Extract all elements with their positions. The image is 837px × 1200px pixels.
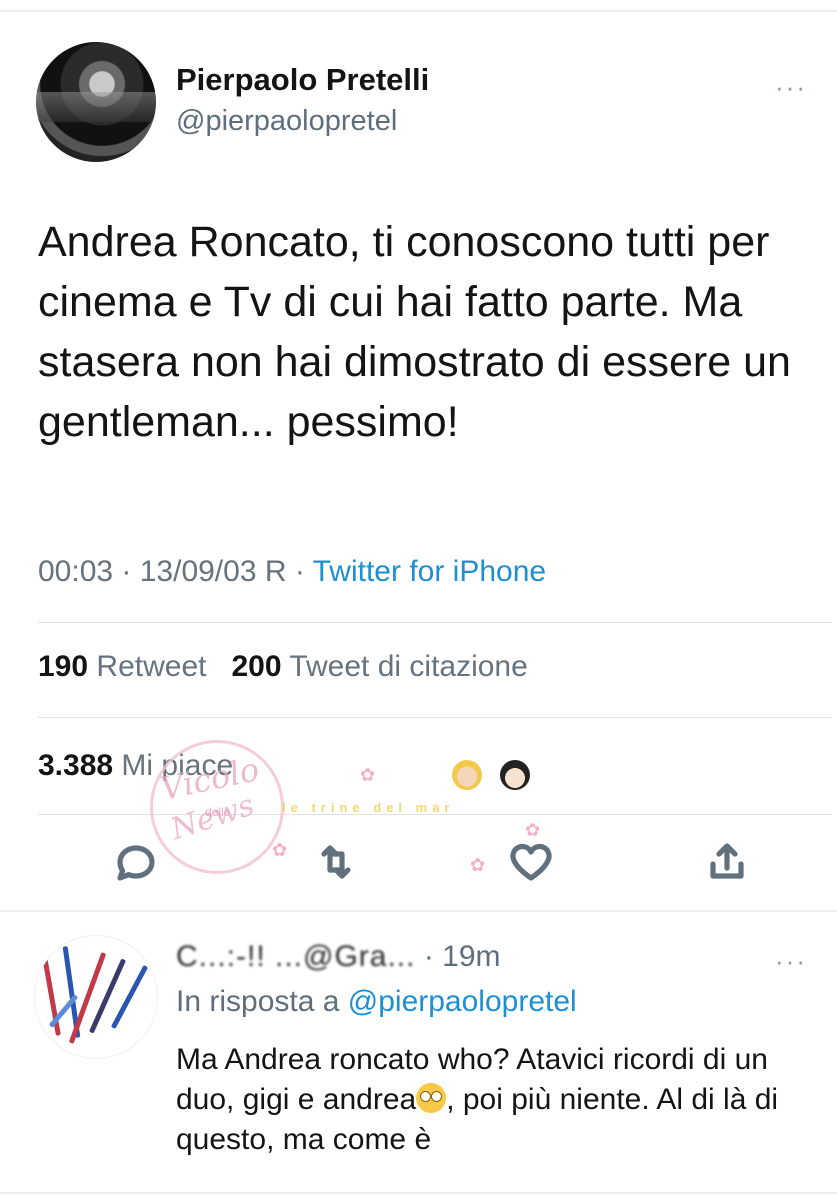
author-handle[interactable]: @pierpaolopretel bbox=[176, 105, 397, 138]
author-name[interactable]: Pierpaolo Pretelli bbox=[176, 62, 429, 98]
retweet-label[interactable]: Retweet bbox=[96, 650, 206, 683]
reply-more-options-icon[interactable]: ··· bbox=[775, 946, 807, 977]
tweet-source-link[interactable]: Twitter for iPhone bbox=[313, 555, 546, 588]
reply-text: Ma Andrea roncato who? Atavici ricordi d… bbox=[176, 1040, 826, 1160]
share-icon bbox=[710, 843, 744, 879]
cartoon-face-icon bbox=[500, 760, 530, 790]
reply-icon bbox=[117, 845, 155, 881]
reply-time: · 19m bbox=[415, 940, 501, 973]
cartoon-face-icon bbox=[452, 760, 482, 790]
tweet-meta: 00:03 · 13/09/03 R · Twitter for iPhone bbox=[38, 555, 546, 589]
more-options-icon[interactable]: ··· bbox=[775, 72, 807, 103]
watermark-banner: le trine del mar bbox=[282, 800, 455, 815]
likes-count[interactable]: 3.388 bbox=[38, 749, 113, 782]
heart-icon bbox=[510, 843, 552, 881]
share-button[interactable] bbox=[703, 838, 753, 888]
bottom-divider bbox=[0, 1192, 837, 1194]
reply-header: C...:-!! ...@Gra... · 19m bbox=[176, 940, 501, 974]
divider bbox=[38, 622, 832, 623]
paw-icon: ✿ bbox=[360, 765, 376, 785]
reply-author-avatar[interactable] bbox=[34, 935, 158, 1059]
paw-icon: ✿ bbox=[272, 840, 288, 860]
quote-count[interactable]: 200 bbox=[231, 650, 281, 683]
reply-mention-link[interactable]: @pierpaolopretel bbox=[348, 985, 577, 1018]
like-button[interactable] bbox=[507, 838, 557, 888]
retweet-icon bbox=[321, 845, 351, 879]
reply-author-obscured[interactable]: C...:-!! ...@Gra... bbox=[176, 940, 415, 973]
tweet-text: Andrea Roncato, ti conoscono tutti per c… bbox=[38, 218, 791, 446]
tweet-stats: 190 Retweet 200 Tweet di citazione bbox=[38, 650, 528, 684]
retweet-button[interactable] bbox=[312, 838, 362, 888]
quote-label[interactable]: Tweet di citazione bbox=[289, 650, 527, 683]
retweet-count[interactable]: 190 bbox=[38, 650, 88, 683]
reply-prefix: In risposta a bbox=[176, 985, 348, 1018]
reply-button[interactable] bbox=[112, 838, 162, 888]
section-divider bbox=[0, 910, 837, 912]
reply-context: In risposta a @pierpaolopretel bbox=[176, 985, 577, 1019]
rolling-eyes-emoji-icon bbox=[416, 1083, 447, 1113]
author-avatar[interactable] bbox=[36, 42, 156, 162]
divider bbox=[38, 717, 832, 718]
paw-icon: ✿ bbox=[470, 855, 486, 875]
top-divider bbox=[0, 10, 837, 12]
tweet-timestamp: 00:03 · 13/09/03 R · bbox=[38, 555, 313, 588]
